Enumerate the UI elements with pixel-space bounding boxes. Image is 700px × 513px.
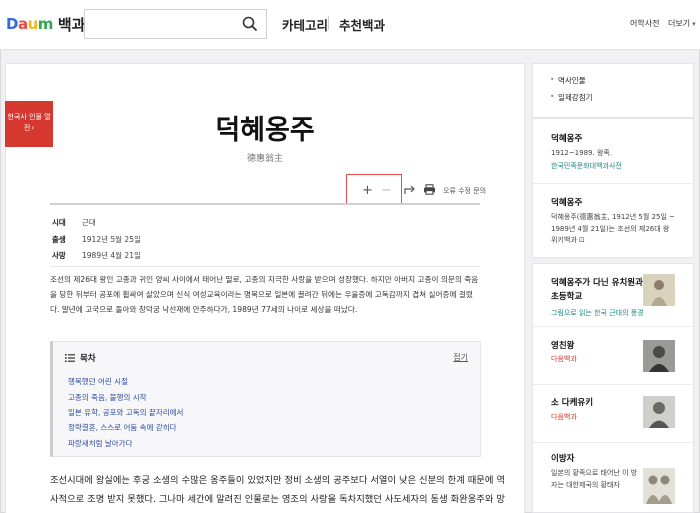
logo-wordmark: Daum — [6, 15, 53, 33]
thumbnail-photo — [646, 475, 672, 504]
report-error-link[interactable]: 오류 수정 문의 — [443, 186, 486, 196]
related-entries-card: 덕혜옹주 1912~1989. 왕족. 한국민족문화대백과사전 덕혜옹주 덕혜옹… — [532, 118, 694, 258]
divider — [533, 384, 693, 385]
info-table: 시대 근대 출생 1912년 5월 25일 사망 1989년 4월 21일 — [50, 203, 480, 267]
related-thumbnail[interactable] — [643, 468, 675, 504]
related-source[interactable]: 다음백과 — [551, 354, 577, 364]
related-summary: 일본의 황족으로 태어난 이 방자는 대한제국의 황태자 — [551, 469, 638, 489]
related-people-card: 덕혜옹주가 다닌 유치원과 초등학교 그림으로 읽는 한국 근대의 풍경 영친왕… — [532, 263, 694, 513]
toc-item[interactable]: 고종의 죽음, 불행의 시작 — [68, 392, 147, 403]
nav-category[interactable]: 카테고리 — [282, 15, 328, 34]
more-menu[interactable]: 더보기 ▾ — [668, 18, 696, 29]
category-tags-card: 역사인물 일제강점기 — [532, 63, 694, 118]
zoom-in-button[interactable]: + — [362, 183, 373, 198]
info-value: 근대 — [82, 218, 96, 227]
related-title[interactable]: 영친왕 — [551, 339, 574, 351]
entry-source[interactable]: 위키백과 ⊡ — [551, 235, 585, 245]
nav-recommended[interactable]: 추천백과 — [339, 15, 385, 34]
related-title[interactable]: 이방자 — [551, 452, 574, 464]
chevron-down-icon: ▾ — [692, 20, 696, 28]
search-box[interactable] — [84, 9, 267, 39]
entry-summary: 덕혜옹주(德惠翁主, 1912년 5월 25일 ~ 1989년 4월 21일)는… — [551, 213, 675, 233]
related-thumbnail[interactable] — [643, 340, 675, 372]
zoom-controls-highlight — [346, 174, 402, 205]
divider — [533, 442, 693, 443]
toc-item[interactable]: 일본 유학, 공포와 고독의 끝자리에서 — [68, 407, 183, 418]
article-title: 덕혜옹주 — [215, 115, 315, 146]
entry-source[interactable]: 한국민족문화대백과사전 — [551, 161, 622, 171]
search-icon[interactable] — [242, 16, 258, 32]
related-thumbnail[interactable] — [643, 396, 675, 428]
top-header: Daum 백과 카테고리 추천백과 어학사전 더보기 ▾ — [0, 0, 700, 50]
tag-link[interactable]: 일제강점기 — [550, 92, 592, 103]
thumbnail-photo — [649, 402, 669, 428]
table-of-contents: 목차 접기 행복했던 어린 시절 고종의 죽음, 불행의 시작 일본 유학, 공… — [50, 341, 481, 457]
print-icon[interactable] — [423, 184, 436, 195]
link-dictionary[interactable]: 어학사전 — [630, 18, 659, 29]
article-hanja: 德惠翁主 — [246, 154, 283, 164]
more-label: 더보기 — [668, 19, 691, 28]
related-title[interactable]: 덕혜옹주가 다닌 유치원과 초등학교 — [551, 276, 651, 304]
search-input[interactable] — [85, 10, 235, 38]
toc-collapse-link[interactable]: 접기 — [453, 352, 468, 363]
toc-header: 목차 — [65, 352, 96, 364]
thumbnail-photo — [649, 346, 669, 372]
entry-title[interactable]: 덕혜옹주 — [551, 132, 582, 144]
share-icon[interactable] — [404, 184, 417, 195]
nav-divider — [328, 16, 329, 30]
related-title[interactable]: 소 다케유키 — [551, 396, 593, 408]
entry-title[interactable]: 덕혜옹주 — [551, 196, 582, 208]
related-source[interactable]: 다음백과 — [551, 412, 577, 422]
entry-summary: 1912~1989. 왕족. — [551, 149, 613, 157]
article-summary: 조선의 제26대 왕인 고종과 귀인 양씨 사이에서 태어난 딸로, 고종의 지… — [50, 275, 479, 314]
toc-title: 목차 — [80, 354, 96, 364]
info-key: 시대 — [52, 218, 66, 227]
toc-item[interactable]: 파랑새처럼 날아가다 — [68, 438, 132, 449]
section-name: 백과 — [57, 15, 86, 34]
info-value: 1912년 5월 25일 — [82, 235, 141, 244]
list-icon — [65, 354, 75, 362]
related-source[interactable]: 그림으로 읽는 한국 근대의 풍경 — [551, 308, 644, 318]
article-body: 조선시대에 왕실에는 후궁 소생의 수많은 옹주들이 있었지만 정비 소생의 공… — [50, 475, 505, 505]
toc-item[interactable]: 정략결혼, 스스로 어둠 속에 갇히다 — [68, 422, 177, 433]
toc-item[interactable]: 행복했던 어린 시절 — [68, 376, 128, 387]
daum-logo[interactable]: Daum 백과 — [6, 13, 86, 35]
info-key: 출생 — [52, 235, 66, 244]
info-key: 사망 — [52, 251, 66, 260]
related-thumbnail[interactable] — [643, 274, 675, 306]
zoom-out-button[interactable]: − — [381, 183, 392, 198]
info-value: 1989년 4월 21일 — [82, 251, 141, 260]
divider — [533, 183, 693, 184]
divider — [533, 326, 693, 327]
tag-link[interactable]: 역사인물 — [550, 75, 585, 86]
thumbnail-photo — [651, 280, 667, 306]
